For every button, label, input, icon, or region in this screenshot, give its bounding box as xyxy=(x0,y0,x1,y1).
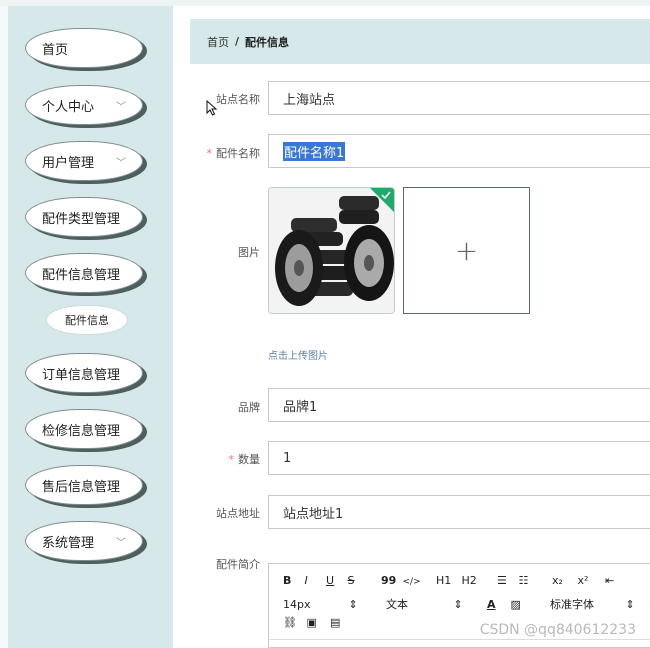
part-name-label: * 配件名称 xyxy=(190,145,261,161)
left-edge-decoration xyxy=(0,6,8,648)
superscript-button[interactable]: x² xyxy=(578,574,602,587)
subscript-button[interactable]: x₂ xyxy=(552,574,574,587)
sidebar-item-label: 订单信息管理 xyxy=(42,367,121,383)
part-name-label-text: 配件名称 xyxy=(216,147,260,160)
sidebar-item-label: 配件类型管理 xyxy=(42,211,121,227)
image-icon[interactable]: ▣ xyxy=(307,616,327,629)
sidebar-item-label: 售后信息管理 xyxy=(42,479,121,495)
sidebar-item-label: 个人中心 xyxy=(42,99,95,115)
sidebar-item-personal-center[interactable]: 个人中心 ﹀ xyxy=(25,85,143,125)
font-family-select[interactable]: 标准字体 xyxy=(550,596,622,612)
video-icon[interactable]: ▤ xyxy=(330,616,350,629)
breadcrumb: 首页 / 配件信息 xyxy=(190,19,650,64)
font-size-select[interactable]: 14px xyxy=(283,598,345,611)
watermark: CSDN @qq840612233 xyxy=(479,622,636,638)
breadcrumb-home[interactable]: 首页 xyxy=(207,34,229,50)
sidebar: 首页 个人中心 ﹀ 用户管理 ﹀ 配件类型管理 配件信息管理 配件信息 订单信息… xyxy=(8,6,173,648)
text-type-spin-icon: ⇕ xyxy=(453,598,463,611)
sidebar-item-home[interactable]: 首页 xyxy=(25,28,143,68)
chevron-down-icon: ﹀ xyxy=(116,538,126,549)
brand-input[interactable]: 品牌1 xyxy=(268,388,650,422)
font-color-icon[interactable]: A xyxy=(487,598,507,611)
heading1-button[interactable]: H1 xyxy=(436,574,458,587)
strike-button[interactable]: S xyxy=(348,574,378,587)
font-family-spin-icon: ⇕ xyxy=(625,598,635,611)
heading2-button[interactable]: H2 xyxy=(462,574,494,587)
sidebar-item-label: 用户管理 xyxy=(42,155,95,171)
sidebar-item-part-info-management[interactable]: 配件信息管理 xyxy=(25,253,143,293)
sidebar-item-label: 配件信息管理 xyxy=(42,267,121,283)
sidebar-item-aftersales-management[interactable]: 售后信息管理 xyxy=(25,465,143,505)
quantity-input[interactable]: 1 xyxy=(268,441,650,475)
required-mark: * xyxy=(206,147,213,160)
plus-icon: + xyxy=(454,234,479,267)
mouse-cursor-icon xyxy=(206,100,218,116)
station-address-input[interactable]: 站点地址1 xyxy=(268,495,650,529)
brand-label: 品牌 xyxy=(238,401,260,414)
uploaded-image-thumbnail[interactable] xyxy=(268,187,395,314)
bold-button[interactable]: B xyxy=(283,574,301,587)
uploaded-check-badge-icon xyxy=(370,188,394,212)
sidebar-item-label: 首页 xyxy=(42,42,69,58)
background-color-icon[interactable]: ▨ xyxy=(511,598,547,611)
sidebar-item-part-type-management[interactable]: 配件类型管理 xyxy=(25,197,143,237)
code-button[interactable]: </> xyxy=(403,577,433,587)
station-address-value: 站点地址1 xyxy=(283,506,344,522)
sidebar-item-system-management[interactable]: 系统管理 ﹀ xyxy=(25,521,143,561)
station-name-input[interactable]: 上海站点 xyxy=(268,81,650,115)
chevron-down-icon: ﹀ xyxy=(116,158,126,169)
font-size-spin-icon: ⇕ xyxy=(348,598,358,611)
outdent-button[interactable]: ⇤ xyxy=(605,574,619,587)
italic-button[interactable]: I xyxy=(305,574,323,587)
brand-value: 品牌1 xyxy=(283,399,318,415)
breadcrumb-separator: / xyxy=(235,35,240,48)
station-address-label: 站点地址 xyxy=(216,507,260,520)
underline-button[interactable]: U xyxy=(326,574,344,587)
sidebar-subitem-part-info[interactable]: 配件信息 xyxy=(46,305,128,335)
image-label: 图片 xyxy=(238,246,260,259)
quantity-label: * 数量 xyxy=(190,451,261,467)
sidebar-item-label: 检修信息管理 xyxy=(42,423,121,439)
sidebar-item-user-management[interactable]: 用户管理 ﹀ xyxy=(25,141,143,181)
quantity-label-text: 数量 xyxy=(238,453,260,466)
quantity-value: 1 xyxy=(283,450,292,466)
required-mark: * xyxy=(228,453,235,466)
sidebar-subitem-label: 配件信息 xyxy=(65,314,109,327)
bullet-list-button[interactable]: ☷ xyxy=(519,574,549,587)
chevron-down-icon: ﹀ xyxy=(116,102,126,113)
upload-tip: 点击上传图片 xyxy=(268,351,328,362)
upload-add-button[interactable]: + xyxy=(403,187,530,314)
part-name-input[interactable]: 配件名称1 xyxy=(268,134,650,168)
sidebar-item-label: 系统管理 xyxy=(42,535,95,551)
link-icon[interactable]: ⛓ xyxy=(283,616,303,629)
breadcrumb-current: 配件信息 xyxy=(245,35,290,49)
editor-toolbar-row-1: B I U S 99 </> H1 H2 ☰ ☷ x₂ x² ⇤ xyxy=(283,574,619,587)
station-name-label: 站点名称 xyxy=(216,93,260,106)
intro-label: 配件简介 xyxy=(216,558,260,571)
sidebar-item-repair-management[interactable]: 检修信息管理 xyxy=(25,409,143,449)
editor-toolbar-row-2: 14px ⇕ 文本 ⇕ A ▨ 标准字体 ⇕ ☰ xyxy=(283,596,650,612)
sidebar-item-order-management[interactable]: 订单信息管理 xyxy=(25,353,143,393)
editor-divider xyxy=(269,639,650,640)
part-name-value: 配件名称1 xyxy=(283,141,346,161)
editor-toolbar-row-3: ⛓ ▣ ▤ xyxy=(283,616,350,629)
ordered-list-button[interactable]: ☰ xyxy=(497,574,515,587)
blockquote-button[interactable]: 99 xyxy=(381,574,399,587)
station-name-value: 上海站点 xyxy=(283,92,336,108)
text-type-select[interactable]: 文本 xyxy=(386,596,450,612)
